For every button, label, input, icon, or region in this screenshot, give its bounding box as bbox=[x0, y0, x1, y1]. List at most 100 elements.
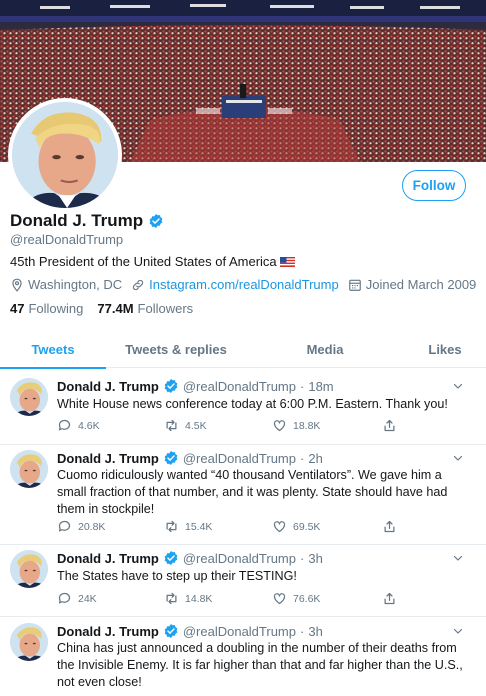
tweet-header: Donald J. Trump @realDonaldTrump · 3h bbox=[57, 550, 323, 566]
tweet-author-name[interactable]: Donald J. Trump bbox=[57, 451, 159, 466]
tweet-timestamp[interactable]: 3h bbox=[308, 551, 322, 566]
profile-location: Washington, DC bbox=[10, 277, 122, 292]
retweet-icon bbox=[166, 592, 177, 605]
reply-icon bbox=[58, 419, 71, 431]
retweet-button[interactable]: 14.8K bbox=[164, 591, 212, 606]
reply-button[interactable]: 24K bbox=[57, 591, 97, 606]
like-button[interactable]: 18.8K bbox=[272, 418, 320, 433]
verified-badge-icon bbox=[164, 451, 178, 465]
verified-badge-icon bbox=[149, 214, 163, 228]
website-link[interactable]: Instagram.com/realDonaldTrump bbox=[149, 277, 339, 292]
tweet-timestamp[interactable]: 2h bbox=[308, 451, 322, 466]
retweet-icon bbox=[166, 520, 177, 533]
tweet-text: China has just announced a doubling in t… bbox=[57, 641, 463, 689]
tweet-author-name[interactable]: Donald J. Trump bbox=[57, 379, 159, 394]
tweet-separator: · bbox=[300, 450, 305, 466]
reply-icon bbox=[58, 592, 71, 604]
tweet-text: Cuomo ridiculously wanted “40 thousand V… bbox=[57, 468, 448, 516]
tweet-item[interactable]: Donald J. Trump @realDonaldTrump · 18m W… bbox=[0, 369, 486, 445]
tweet-actions: 24K 14.8K 76.6K bbox=[57, 591, 477, 607]
profile-bio-text: 45th President of the United States of A… bbox=[10, 254, 277, 269]
chevron-down-icon[interactable] bbox=[452, 380, 464, 392]
share-icon bbox=[384, 592, 395, 605]
profile-handle: @realDonaldTrump bbox=[10, 232, 124, 247]
tab-tweets-replies[interactable]: Tweets & replies bbox=[106, 330, 246, 368]
retweet-icon bbox=[166, 419, 177, 432]
profile-name-row: Donald J. Trump bbox=[10, 211, 164, 231]
tweet-timestamp[interactable]: 18m bbox=[308, 379, 333, 394]
heart-icon bbox=[273, 593, 286, 605]
reply-button[interactable]: 4.6K bbox=[57, 418, 100, 433]
tweet-avatar[interactable] bbox=[10, 550, 48, 588]
reply-icon bbox=[58, 520, 71, 532]
followers-count: 77.4M bbox=[97, 301, 134, 316]
share-button[interactable] bbox=[382, 591, 397, 606]
tweet-item[interactable]: Donald J. Trump @realDonaldTrump · 3h Th… bbox=[0, 545, 486, 617]
followers-stat[interactable]: 77.4M Followers bbox=[97, 301, 193, 316]
like-button[interactable]: 69.5K bbox=[272, 519, 320, 534]
share-button[interactable] bbox=[382, 418, 397, 433]
location-pin-icon bbox=[12, 278, 22, 292]
follow-button[interactable]: Follow bbox=[402, 170, 466, 201]
tweet-timestamp[interactable]: 3h bbox=[308, 624, 322, 639]
like-button[interactable]: 76.6K bbox=[272, 591, 320, 606]
chevron-down-icon[interactable] bbox=[452, 452, 464, 464]
tweet-avatar[interactable] bbox=[10, 450, 48, 488]
verified-badge-icon bbox=[164, 624, 178, 638]
tweet-author-name[interactable]: Donald J. Trump bbox=[57, 551, 159, 566]
reply-count: 20.8K bbox=[78, 520, 106, 533]
retweet-count: 15.4K bbox=[185, 520, 213, 533]
tweet-separator: · bbox=[300, 378, 305, 394]
retweet-button[interactable]: 4.5K bbox=[164, 418, 207, 433]
tweet-author-handle[interactable]: @realDonaldTrump bbox=[183, 451, 296, 466]
joined-text: Joined March 2009 bbox=[365, 277, 477, 292]
calendar-icon bbox=[348, 279, 361, 291]
us-flag-icon bbox=[279, 256, 295, 267]
verified-badge-icon bbox=[164, 379, 178, 393]
tweet-author-handle[interactable]: @realDonaldTrump bbox=[183, 379, 296, 394]
share-button[interactable] bbox=[382, 519, 397, 534]
tweet-header: Donald J. Trump @realDonaldTrump · 3h bbox=[57, 623, 323, 639]
following-count: 47 bbox=[10, 301, 25, 316]
tweet-avatar[interactable] bbox=[10, 623, 48, 661]
heart-icon bbox=[273, 420, 286, 432]
tweet-avatar[interactable] bbox=[10, 378, 48, 416]
tweet-author-name[interactable]: Donald J. Trump bbox=[57, 624, 159, 639]
profile-website[interactable]: Instagram.com/realDonaldTrump bbox=[131, 277, 339, 292]
profile-bio: 45th President of the United States of A… bbox=[10, 254, 295, 269]
retweet-count: 14.8K bbox=[185, 592, 213, 605]
tweet-header: Donald J. Trump @realDonaldTrump · 18m bbox=[57, 378, 334, 394]
tweet-separator: · bbox=[300, 550, 305, 566]
tweet-item[interactable]: Donald J. Trump @realDonaldTrump · 3h Ch… bbox=[0, 617, 486, 696]
like-count: 76.6K bbox=[293, 592, 321, 605]
heart-icon bbox=[273, 521, 286, 533]
tweet-actions: 4.6K 4.5K 18.8K bbox=[57, 418, 477, 434]
reply-count: 24K bbox=[78, 592, 97, 605]
tweet-author-handle[interactable]: @realDonaldTrump bbox=[183, 551, 296, 566]
link-icon bbox=[133, 279, 144, 290]
tweet-header: Donald J. Trump @realDonaldTrump · 2h bbox=[57, 450, 323, 466]
tweet-item[interactable]: Donald J. Trump @realDonaldTrump · 2h Cu… bbox=[0, 445, 486, 545]
tweet-actions: 20.8K 15.4K 69.5K bbox=[57, 519, 477, 535]
tweet-author-handle[interactable]: @realDonaldTrump bbox=[183, 624, 296, 639]
share-icon bbox=[384, 419, 395, 432]
verified-badge-icon bbox=[164, 551, 178, 565]
chevron-down-icon[interactable] bbox=[452, 552, 464, 564]
like-count: 69.5K bbox=[293, 520, 321, 533]
chevron-down-icon[interactable] bbox=[452, 625, 464, 637]
tab-tweets[interactable]: Tweets bbox=[0, 330, 106, 369]
followers-label: Followers bbox=[137, 301, 194, 316]
profile-meta: Washington, DC Instagram.com/realDonaldT… bbox=[10, 277, 485, 292]
tweet-text: White House news conference today at 6:0… bbox=[57, 397, 448, 411]
following-label: Following bbox=[28, 301, 84, 316]
tweet-text: The States have to step up their TESTING… bbox=[57, 569, 297, 583]
location-text: Washington, DC bbox=[28, 277, 123, 292]
like-count: 18.8K bbox=[293, 419, 321, 432]
retweet-button[interactable]: 15.4K bbox=[164, 519, 212, 534]
profile-avatar[interactable] bbox=[8, 98, 122, 212]
retweet-count: 4.5K bbox=[185, 419, 207, 432]
following-stat[interactable]: 47 Following bbox=[10, 301, 83, 316]
tab-likes[interactable]: Likes bbox=[404, 330, 486, 368]
reply-button[interactable]: 20.8K bbox=[57, 519, 105, 534]
tab-media[interactable]: Media bbox=[246, 330, 404, 368]
